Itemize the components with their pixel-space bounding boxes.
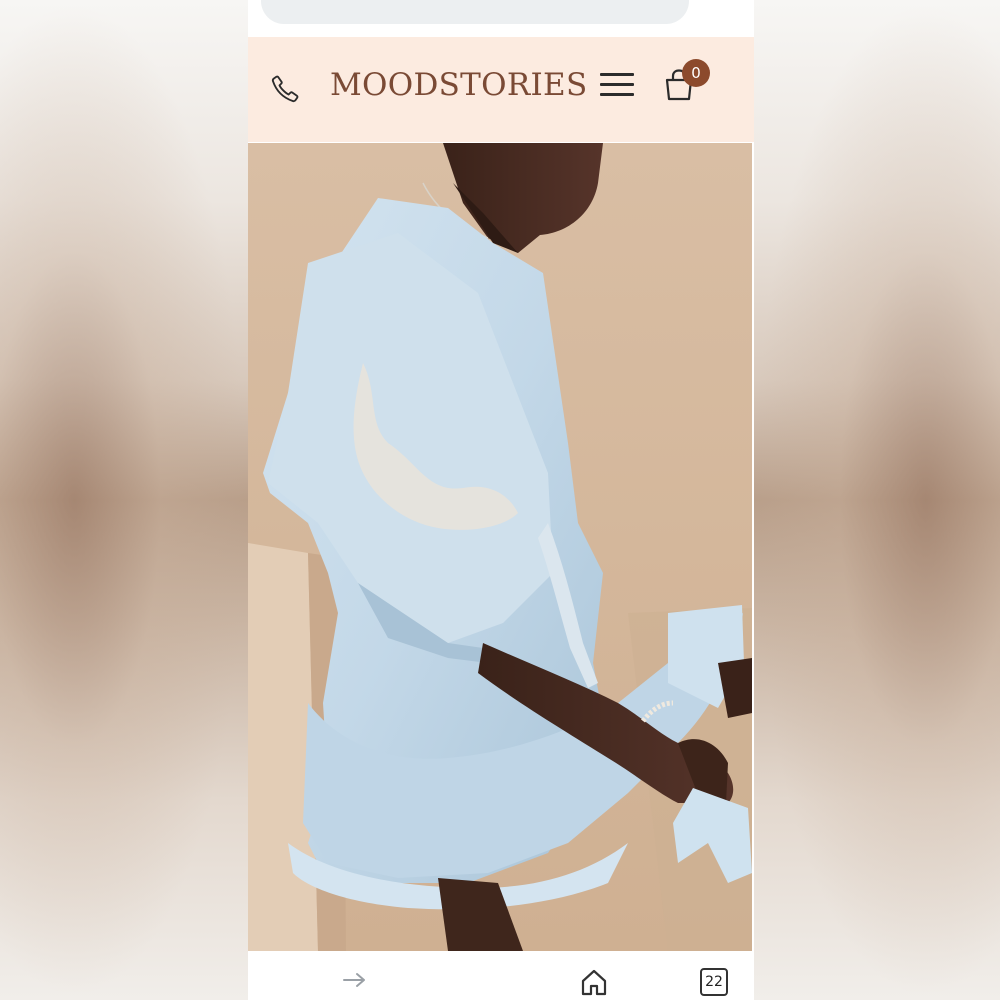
background-blur-left [0,0,248,1000]
hamburger-menu-icon[interactable] [600,73,634,101]
phone-icon[interactable] [270,74,300,104]
url-bar[interactable] [261,0,689,24]
home-icon[interactable] [580,968,608,996]
cart-count-badge[interactable]: 0 [682,59,710,87]
forward-arrow-icon[interactable] [342,972,368,988]
site-header: MOODSTORIES 0 [248,37,754,142]
brand-logo[interactable]: MOODSTORIES [330,67,588,103]
browser-top-bar [248,0,754,38]
browser-bottom-bar: 22 [248,952,754,1000]
hero-product-image[interactable] [248,143,752,951]
background-blur-right [752,0,1000,1000]
hero-image-illustration [248,143,752,951]
phone-screen: MOODSTORIES 0 22 [248,0,754,1000]
tabs-count-icon[interactable]: 22 [700,968,728,996]
